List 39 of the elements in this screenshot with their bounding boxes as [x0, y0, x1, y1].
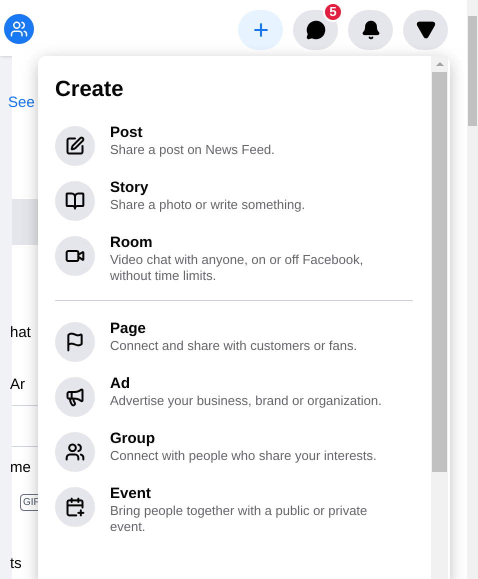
- menu-item[interactable]: Ad Advertise your business, brand or organization.: [55, 368, 413, 423]
- menu-title: Create: [55, 75, 124, 103]
- item-description: Share a post on News Feed.: [110, 142, 275, 158]
- menu-item[interactable]: Page Connect and share with customers or fans.: [55, 313, 413, 368]
- see-link[interactable]: See: [8, 92, 35, 114]
- item-description: Video chat with anyone, on or off Facebook, without time limits.: [110, 252, 364, 284]
- people-icon: [65, 442, 85, 462]
- text-fragment: ts: [10, 554, 22, 574]
- menu-scrollbar[interactable]: [431, 56, 448, 579]
- caret-icon: [416, 20, 436, 40]
- item-description: Bring people together with a public or private event.: [110, 503, 368, 535]
- chat-bubble-icon: [306, 20, 326, 40]
- menu-item[interactable]: Post Share a post on News Feed.: [55, 117, 413, 172]
- item-title: Page: [110, 320, 147, 338]
- bell-icon: [360, 20, 380, 40]
- item-title: Ad: [110, 375, 131, 393]
- menu-item[interactable]: Event Bring people together with a public or private event.: [55, 478, 413, 541]
- item-title: Group: [110, 430, 156, 448]
- item-description: Advertise your business, brand or organization.: [110, 393, 382, 409]
- book-icon: [65, 191, 85, 211]
- text-fragment: hat: [10, 323, 31, 343]
- item-title: Room: [110, 234, 154, 252]
- megaphone-icon: [65, 387, 85, 407]
- item-description: Share a photo or write something.: [110, 197, 306, 213]
- highlighted-row: [12, 199, 38, 245]
- item-description: Connect with people who share your interests.: [110, 448, 377, 464]
- flag-icon: [65, 332, 85, 352]
- menu-item[interactable]: Story Share a photo or write something.: [55, 172, 413, 227]
- text-fragment: Ar: [10, 375, 25, 395]
- calendar-icon: [65, 497, 85, 517]
- text-fragment: me: [10, 458, 31, 478]
- item-title: Event: [110, 485, 152, 503]
- scrollbar[interactable]: [467, 0, 478, 579]
- menu-item[interactable]: Room Video chat with anyone, on or off Facebook, without time limits.: [55, 227, 413, 290]
- item-description: Connect and share with customers or fans.: [110, 338, 358, 354]
- menu-item[interactable]: Group Connect with people who share your interests.: [55, 423, 413, 478]
- item-title: Story: [110, 179, 150, 197]
- item-title: Post: [110, 124, 144, 142]
- pen-square-icon: [65, 136, 85, 156]
